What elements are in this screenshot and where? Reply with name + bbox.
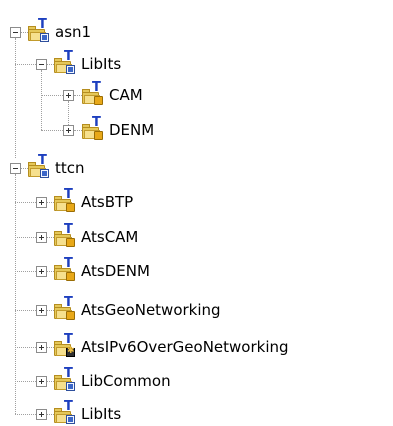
expand-toggle-denm[interactable] [63, 125, 74, 136]
tree-line [21, 168, 28, 169]
tree-node-ttcn[interactable]: T ttcn [28, 154, 85, 180]
tree-node-atsbtp[interactable]: T AtsBTP [54, 188, 134, 214]
tree-node-label: AtsCAM [81, 228, 139, 246]
tree-line [47, 414, 54, 415]
tree-node-label: asn1 [55, 23, 92, 41]
tree-node-atsipv6[interactable]: T AtsIPv6OverGeoNetworking [54, 333, 289, 359]
collapse-toggle-asn1[interactable] [10, 27, 21, 38]
tree-line [15, 310, 36, 311]
expand-toggle-ttcn-libits[interactable] [36, 409, 47, 420]
tree-line [15, 202, 36, 203]
tree-node-atsdenm[interactable]: T AtsDENM [54, 257, 150, 283]
tree-node-label: CAM [109, 86, 143, 104]
tree-node-label: LibIts [81, 405, 122, 423]
collapse-toggle-ttcn[interactable] [10, 163, 21, 174]
tree-node-label: ttcn [55, 159, 85, 177]
tree-node-denm[interactable]: T DENM [82, 116, 155, 142]
tree-line [47, 381, 54, 382]
tree-line [74, 130, 82, 131]
folder-t-package-icon: T [54, 400, 76, 426]
folder-t-jar-icon: T [54, 188, 76, 214]
tree-node-asn1-libits[interactable]: T LibIts [54, 50, 122, 76]
tree-line [47, 310, 54, 311]
tree-line [15, 237, 36, 238]
expand-toggle-atsipv6[interactable] [36, 342, 47, 353]
tree-line [47, 64, 54, 65]
tree-line [15, 347, 36, 348]
tree-line [15, 174, 16, 414]
expand-toggle-atsdenm[interactable] [36, 266, 47, 277]
tree-node-label: AtsDENM [81, 262, 150, 280]
folder-t-package-icon: T [28, 154, 50, 180]
tree-line [15, 381, 36, 382]
tree-node-label: AtsIPv6OverGeoNetworking [81, 338, 289, 356]
tree-line [47, 271, 54, 272]
tree-line [15, 414, 36, 415]
tree-line [15, 64, 36, 65]
tree-node-ttcn-libits[interactable]: T LibIts [54, 400, 122, 426]
tree-node-label: LibCommon [81, 372, 171, 390]
tree-line [41, 95, 63, 96]
tree-line [74, 95, 82, 96]
tree-node-cam[interactable]: T CAM [82, 81, 143, 107]
folder-t-package-icon: T [28, 18, 50, 44]
expand-toggle-libcommon[interactable] [36, 376, 47, 387]
tree-line [47, 202, 54, 203]
folder-t-jar-icon: T [82, 81, 104, 107]
folder-t-star-icon: T [54, 333, 76, 359]
folder-t-jar-icon: T [54, 257, 76, 283]
expand-toggle-atsbtp[interactable] [36, 197, 47, 208]
tree-line [47, 237, 54, 238]
tree-line [21, 32, 28, 33]
tree-node-label: AtsGeoNetworking [81, 301, 221, 319]
folder-t-package-icon: T [54, 50, 76, 76]
tree-node-libcommon[interactable]: T LibCommon [54, 367, 171, 393]
tree-node-atsgeonetworking[interactable]: T AtsGeoNetworking [54, 296, 221, 322]
tree-line [15, 271, 36, 272]
tree-node-atscam[interactable]: T AtsCAM [54, 223, 139, 249]
tree-line [41, 130, 63, 131]
expand-toggle-atsgeonetworking[interactable] [36, 305, 47, 316]
tree-node-label: LibIts [81, 55, 122, 73]
expand-toggle-cam[interactable] [63, 90, 74, 101]
tree-line [47, 347, 54, 348]
folder-t-jar-icon: T [54, 223, 76, 249]
tree-node-label: DENM [109, 121, 155, 139]
collapse-toggle-asn1-libits[interactable] [36, 59, 47, 70]
tree-node-label: AtsBTP [81, 193, 134, 211]
folder-t-package-icon: T [54, 367, 76, 393]
tree-line [15, 38, 16, 158]
folder-t-jar-icon: T [54, 296, 76, 322]
expand-toggle-atscam[interactable] [36, 232, 47, 243]
tree-line [41, 70, 42, 130]
tree-node-asn1[interactable]: T asn1 [28, 18, 92, 44]
folder-t-jar-icon: T [82, 116, 104, 142]
